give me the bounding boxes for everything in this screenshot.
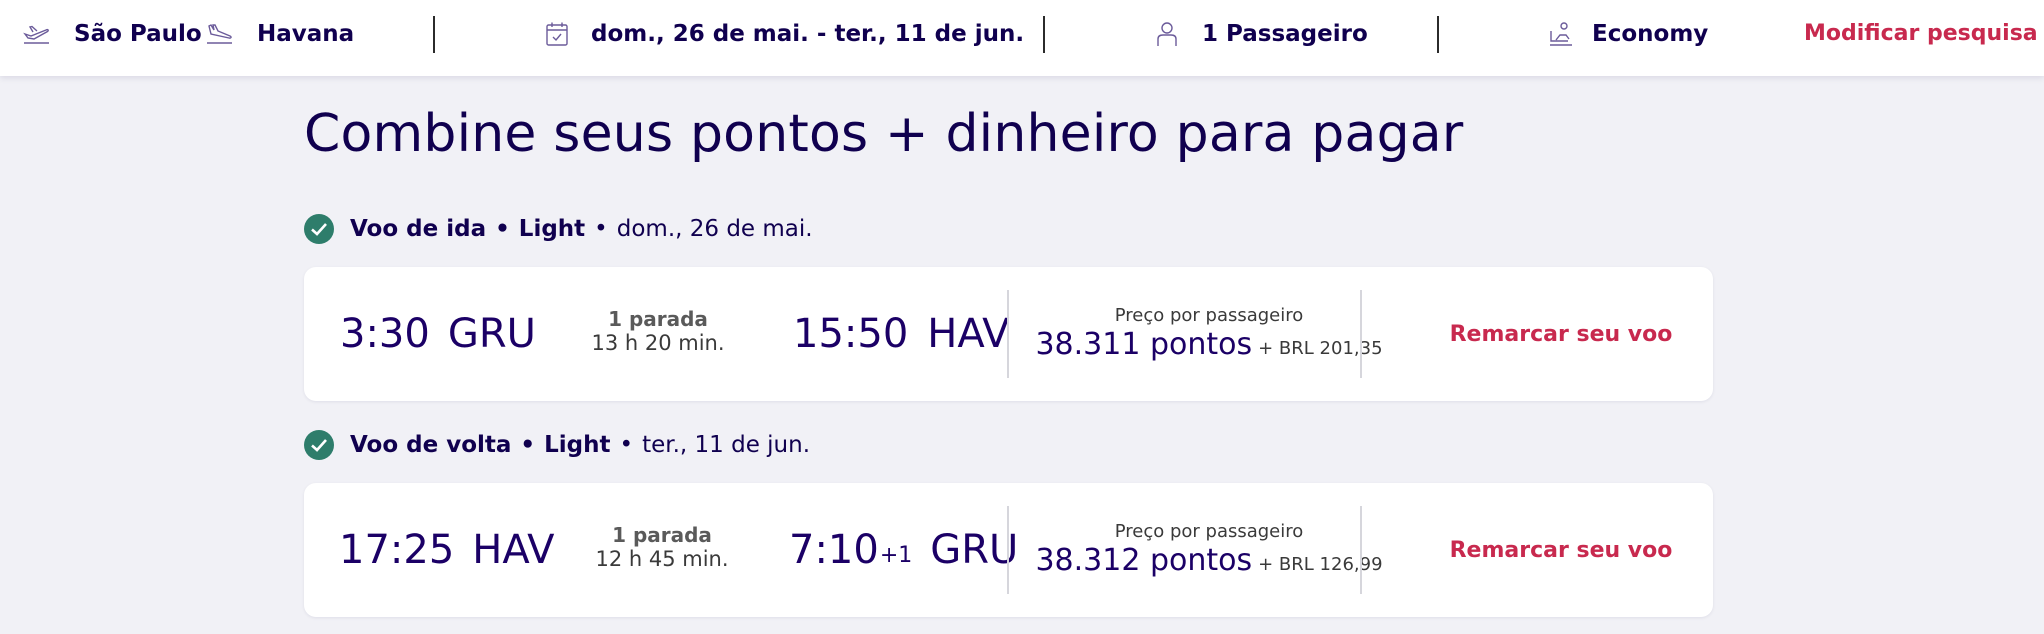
- outbound-flight-card: 3:30 GRU 1 parada 13 h 20 min. 15:50 HAV…: [304, 267, 1713, 401]
- modify-search-label: Modificar pesquisa: [1804, 20, 2038, 46]
- bullet-separator: •: [619, 432, 634, 458]
- divider: [1007, 506, 1009, 594]
- stops-count: 1 parada: [608, 307, 708, 331]
- arrival-info: 7:10 +1 GRU: [789, 483, 1018, 617]
- dates-label: dom., 26 de mai. - ter., 11 de jun.: [591, 21, 1025, 47]
- departure-info: 3:30 GRU: [340, 267, 536, 401]
- flight-duration: 13 h 20 min.: [591, 331, 725, 355]
- arrival-day-offset: +1: [879, 542, 913, 568]
- fare-brand: Light: [544, 432, 611, 458]
- outbound-flight-header: Voo de ida • Light • dom., 26 de mai.: [304, 212, 813, 246]
- price-info: Preço por passageiro 38.312 pontos + BRL …: [1032, 521, 1386, 578]
- divider: [433, 16, 435, 53]
- arrival-info: 15:50 HAV: [793, 267, 1010, 401]
- destination-label: Havana: [257, 21, 355, 47]
- passengers-field[interactable]: 1 Passageiro: [1156, 0, 1368, 68]
- points-price: 38.312 pontos: [1035, 543, 1253, 578]
- page-title: Combine seus pontos + dinheiro para paga…: [304, 104, 1464, 164]
- seat-icon: [1548, 21, 1574, 47]
- divider: [1360, 290, 1362, 378]
- person-icon: [1156, 21, 1178, 47]
- divider: [1043, 16, 1045, 53]
- cash-price: + BRL 126,99: [1258, 554, 1383, 575]
- departure-airport: GRU: [447, 311, 536, 357]
- divider: [1360, 506, 1362, 594]
- return-flight-card: 17:25 HAV 1 parada 12 h 45 min. 7:10 +1 …: [304, 483, 1713, 617]
- bullet-separator: •: [495, 216, 510, 242]
- check-circle-icon: [304, 214, 334, 244]
- passengers-label: 1 Passageiro: [1202, 21, 1368, 47]
- destination-field[interactable]: Havana: [205, 0, 354, 68]
- stops-count: 1 parada: [612, 523, 712, 547]
- departure-airport: HAV: [472, 527, 555, 573]
- price-info: Preço por passageiro 38.311 pontos + BRL …: [1032, 305, 1386, 362]
- fare-brand: Light: [518, 216, 586, 242]
- origin-label: São Paulo: [74, 21, 202, 47]
- departure-info: 17:25 HAV: [339, 483, 555, 617]
- bullet-separator: •: [594, 216, 608, 242]
- stops-info: 1 parada 13 h 20 min.: [563, 307, 753, 355]
- flight-direction: Voo de volta: [350, 432, 512, 458]
- rebook-flight-button[interactable]: Remarcar seu voo: [1409, 267, 1713, 401]
- cabin-label: Economy: [1592, 21, 1709, 47]
- departure-time: 3:30: [340, 311, 430, 357]
- dates-field[interactable]: dom., 26 de mai. - ter., 11 de jun.: [545, 0, 1024, 68]
- origin-field[interactable]: São Paulo: [22, 0, 202, 68]
- search-summary-bar: São Paulo Havana dom., 26 de mai. - ter.…: [0, 0, 2044, 76]
- bullet-separator: •: [520, 432, 536, 458]
- rebook-flight-button[interactable]: Remarcar seu voo: [1409, 483, 1713, 617]
- check-circle-icon: [304, 430, 334, 460]
- departure-time: 17:25: [339, 527, 455, 573]
- arrival-time: 15:50: [793, 311, 909, 357]
- cash-price: + BRL 201,35: [1258, 338, 1383, 359]
- flight-date: dom., 26 de mai.: [616, 216, 813, 242]
- modify-search-button[interactable]: Modificar pesquisa: [1804, 0, 2044, 66]
- flight-direction: Voo de ida: [350, 216, 487, 242]
- plane-takeoff-icon: [22, 22, 52, 46]
- arrival-time: 7:10: [789, 527, 879, 573]
- flight-date: ter., 11 de jun.: [642, 432, 811, 458]
- price-label: Preço por passageiro: [1114, 305, 1304, 326]
- flight-duration: 12 h 45 min.: [595, 547, 729, 571]
- divider: [1437, 16, 1439, 53]
- price-label: Preço por passageiro: [1114, 521, 1304, 542]
- divider: [1007, 290, 1009, 378]
- points-price: 38.311 pontos: [1035, 327, 1253, 362]
- arrival-airport: GRU: [930, 527, 1019, 573]
- arrival-airport: HAV: [927, 311, 1010, 357]
- return-flight-header: Voo de volta • Light • ter., 11 de jun.: [304, 428, 810, 462]
- plane-landing-icon: [205, 22, 235, 46]
- calendar-icon: [545, 21, 569, 47]
- stops-info: 1 parada 12 h 45 min.: [567, 523, 757, 571]
- cabin-field[interactable]: Economy: [1548, 0, 1708, 68]
